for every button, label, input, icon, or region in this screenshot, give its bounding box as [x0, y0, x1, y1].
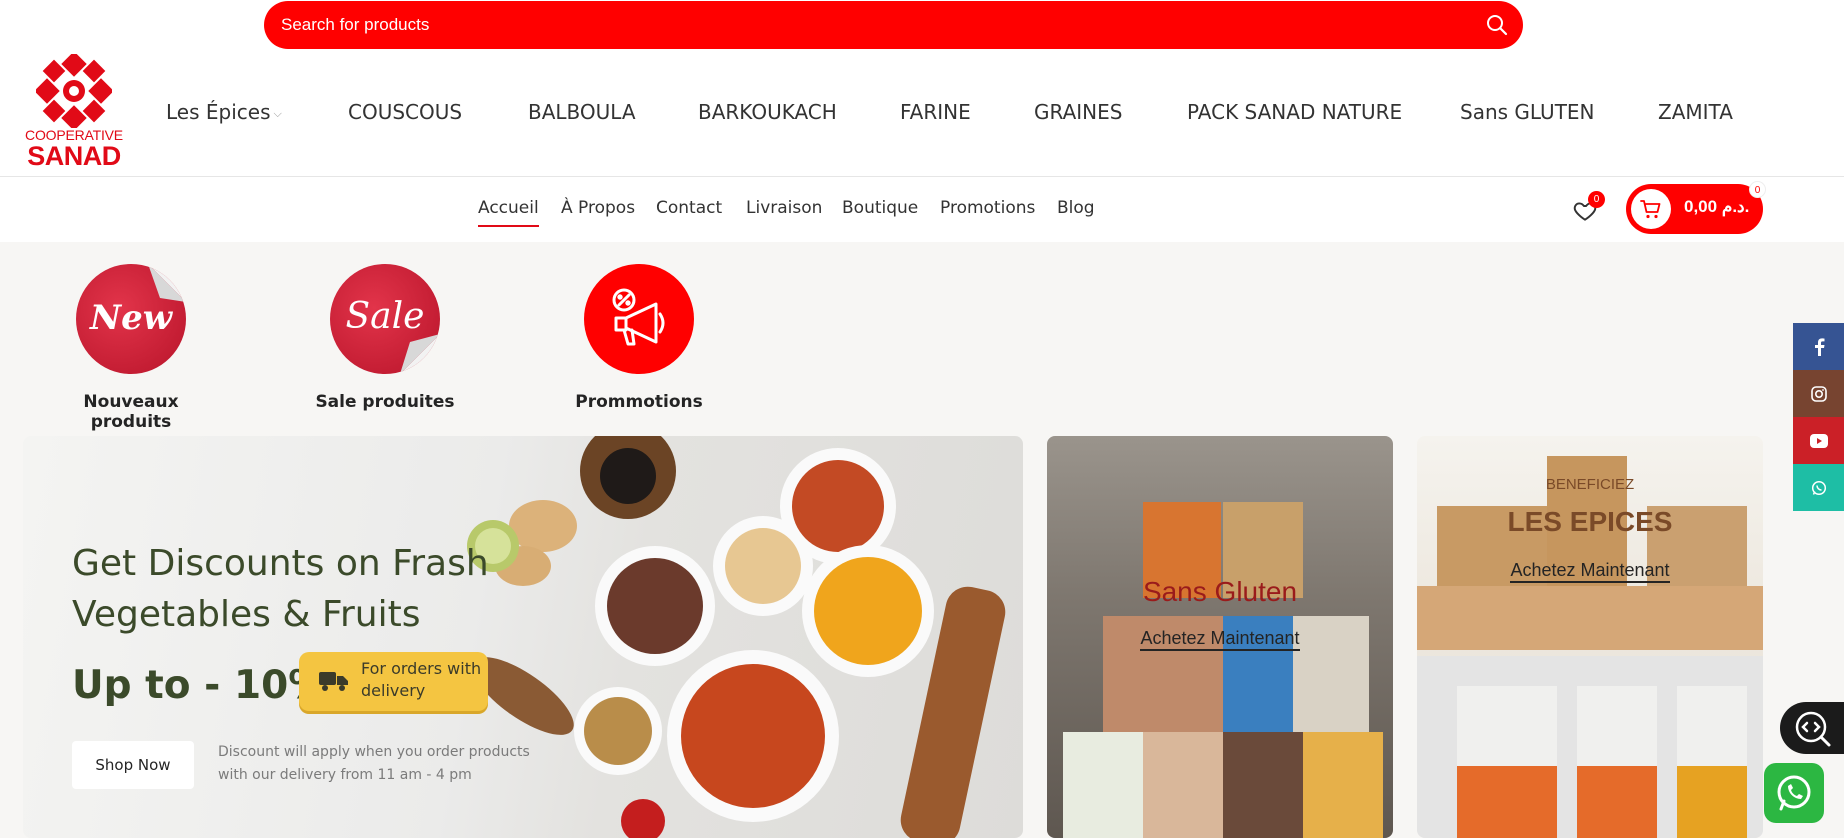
nav-accueil[interactable]: Accueil	[478, 198, 539, 227]
search-input[interactable]	[281, 1, 1461, 49]
nav-a-propos[interactable]: À Propos	[561, 198, 635, 218]
cat-balboula[interactable]: BALBOULA	[528, 100, 636, 124]
social-youtube[interactable]	[1793, 417, 1844, 464]
whatsapp-icon	[1811, 480, 1826, 495]
cat-couscous[interactable]: COUSCOUS	[348, 100, 462, 124]
sale-badge-icon: Sale	[330, 264, 440, 374]
search-bar	[264, 1, 1523, 49]
hero-banner: Get Discounts on Frash Vegetables & Frui…	[23, 436, 1023, 838]
instagram-icon	[1810, 385, 1827, 402]
cart-icon-wrap	[1631, 189, 1671, 229]
hero-note: Discount will apply when you order produ…	[218, 744, 530, 783]
banner-link[interactable]: Achetez Maintenant	[1047, 628, 1393, 651]
banner-title: LES EPICES	[1507, 506, 1673, 537]
social-instagram[interactable]	[1793, 370, 1844, 417]
accessibility-button[interactable]	[1780, 702, 1844, 754]
banner-pretitle: BENEFICIEZ	[1545, 476, 1635, 493]
wishlist-count-badge: 0	[1588, 191, 1605, 208]
promo-label: Nouveaux produits	[83, 392, 179, 432]
cat-farine[interactable]: FARINE	[900, 100, 971, 124]
hero-discount: Up to - 10%	[72, 663, 328, 708]
banner-link-text: Achetez Maintenant	[1140, 628, 1300, 651]
social-facebook[interactable]	[1793, 323, 1844, 370]
nav-contact[interactable]: Contact	[656, 198, 722, 218]
delivery-pill: For orders with delivery	[299, 652, 488, 711]
wishlist-button[interactable]: 0	[1571, 191, 1605, 225]
promo-label: Prommotions	[575, 392, 703, 412]
promo-label: Sale produites	[315, 392, 455, 412]
cat-barkoukach[interactable]: BARKOUKACH	[698, 100, 837, 124]
chevron-down-icon: ⌵	[273, 106, 282, 120]
delivery-pill-text: For orders with delivery	[361, 659, 482, 700]
banner-link-text: Achetez Maintenant	[1510, 560, 1670, 583]
search-button[interactable]	[1471, 1, 1523, 49]
accessibility-icon	[1795, 711, 1831, 747]
banner-link[interactable]: Achetez Maintenant	[1417, 560, 1763, 583]
cart-count-badge: 0	[1749, 181, 1766, 198]
whatsapp-icon	[1777, 775, 1811, 811]
shop-now-button[interactable]: Shop Now	[72, 741, 194, 789]
nav-promotions[interactable]: Promotions	[940, 198, 1035, 218]
truck-icon	[319, 672, 348, 691]
promo-promotions[interactable]: Prommotions	[549, 264, 729, 412]
site-logo[interactable]: COOPERATIVE SANAD	[20, 54, 128, 174]
cat-pack-sanad-nature[interactable]: PACK SANAD NATURE	[1187, 100, 1402, 124]
cat-label: Les Épices	[166, 100, 271, 124]
header-divider	[0, 176, 1844, 177]
promo-sale-products[interactable]: Sale Sale produites	[295, 264, 475, 412]
cat-graines[interactable]: GRAINES	[1034, 100, 1122, 124]
promo-new-products[interactable]: New Nouveaux produits	[41, 264, 221, 432]
megaphone-icon	[584, 264, 694, 374]
nav-blog[interactable]: Blog	[1057, 198, 1095, 218]
search-icon	[1487, 15, 1508, 36]
whatsapp-chat-button[interactable]	[1764, 763, 1824, 823]
spices-packs-image	[1417, 456, 1763, 838]
new-badge-icon: New	[76, 264, 186, 374]
sale-badge-text: Sale	[345, 296, 425, 337]
banner-sans-gluten[interactable]: Sans Gluten Achetez Maintenant	[1047, 436, 1393, 838]
cart-total: 0,00 د.م.	[1684, 197, 1750, 216]
social-whatsapp[interactable]	[1793, 464, 1844, 511]
cat-sans-gluten[interactable]: Sans GLUTEN	[1460, 100, 1595, 124]
banner-les-epices[interactable]: BENEFICIEZ LES EPICES Achetez Maintenant	[1417, 436, 1763, 838]
hero-title: Get Discounts on Frash Vegetables & Frui…	[72, 543, 489, 635]
youtube-icon	[1809, 433, 1828, 448]
logo-star-icon	[36, 54, 112, 128]
nav-boutique[interactable]: Boutique	[842, 198, 918, 218]
banner-title: Sans Gluten	[1142, 576, 1298, 607]
new-badge-text: New	[90, 298, 172, 338]
nav-livraison[interactable]: Livraison	[746, 198, 822, 218]
logo-line2: SANAD	[27, 141, 121, 171]
cart-icon	[1640, 200, 1661, 219]
facebook-icon	[1814, 337, 1824, 356]
cat-les-epices[interactable]: Les Épices ⌵	[166, 100, 282, 124]
cat-zamita[interactable]: ZAMITA	[1658, 100, 1733, 124]
cart-button[interactable]: 0,00 د.م. 0	[1626, 181, 1766, 234]
